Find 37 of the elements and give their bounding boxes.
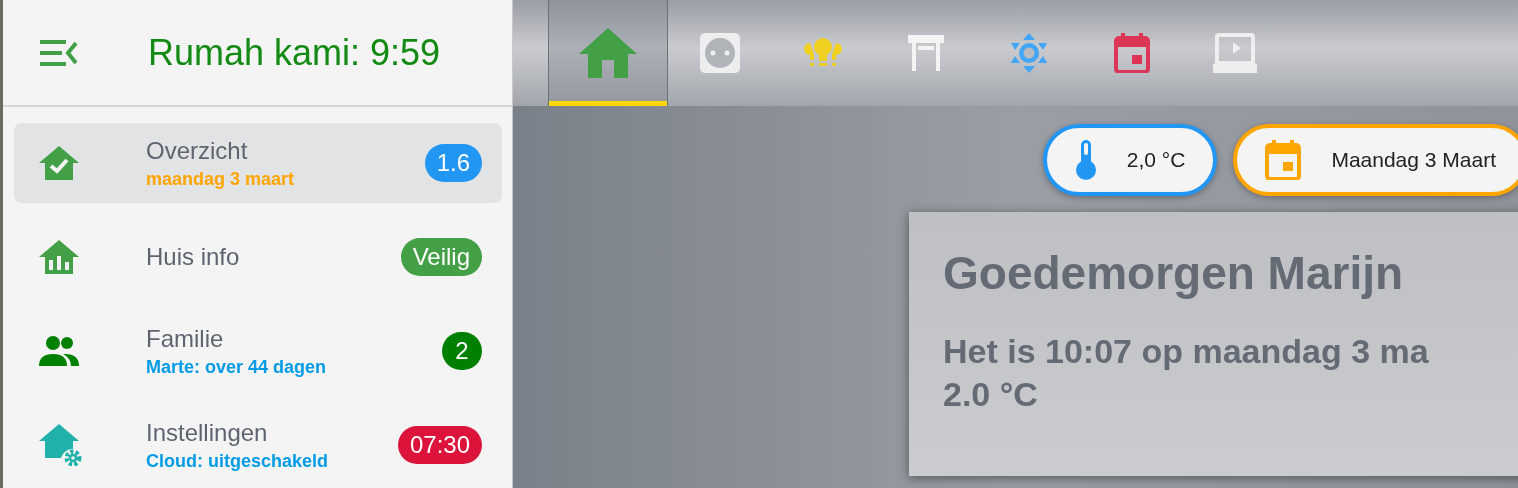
thermometer-icon bbox=[1074, 140, 1097, 180]
light-bulbs-icon bbox=[801, 38, 844, 68]
chip-text: Maandag 3 Maart bbox=[1331, 148, 1496, 172]
house-icon bbox=[579, 28, 637, 78]
greeting-title: Goedemorgen Marijn bbox=[943, 246, 1405, 300]
sidebar-item[interactable]: Instellingen Cloud: uitgeschakeld 07:30 bbox=[14, 405, 502, 485]
house-chart-icon bbox=[39, 240, 79, 274]
app-title: Rumah kami: 9:59 bbox=[148, 31, 441, 74]
status-badge: Veilig bbox=[400, 238, 482, 276]
sidebar-item[interactable]: Overzicht maandag 3 maart 1.6 bbox=[14, 123, 502, 203]
sidebar-item[interactable]: Huis info Veilig bbox=[14, 217, 502, 297]
people-icon bbox=[39, 336, 79, 366]
collapse-menu-icon[interactable] bbox=[40, 38, 80, 67]
tab[interactable] bbox=[548, 0, 668, 106]
gate-icon bbox=[907, 35, 944, 71]
item-label: Instellingen bbox=[146, 418, 269, 447]
calendar-icon bbox=[1113, 33, 1150, 73]
calendar-icon bbox=[1265, 140, 1302, 180]
power-socket-icon bbox=[699, 33, 740, 73]
info-chip[interactable]: 2,0 °C bbox=[1042, 124, 1218, 196]
status-badge: 2 bbox=[442, 332, 482, 370]
item-label: Overzicht bbox=[146, 136, 249, 165]
item-subtitle: Cloud: uitgeschakeld bbox=[146, 450, 330, 472]
item-subtitle: maandag 3 maart bbox=[146, 168, 296, 190]
item-subtitle: Marte: over 44 dagen bbox=[146, 356, 328, 378]
info-chip[interactable]: Maandag 3 Maart bbox=[1233, 124, 1518, 196]
home-theater-icon bbox=[1212, 33, 1257, 73]
chip-text: 2,0 °C bbox=[1126, 148, 1186, 172]
brightness-icon bbox=[1010, 33, 1047, 73]
house-gear-icon bbox=[39, 424, 83, 466]
sidebar-item[interactable]: Familie Marte: over 44 dagen 2 bbox=[14, 311, 502, 391]
item-label: Familie bbox=[146, 324, 225, 353]
house-check-icon bbox=[39, 146, 79, 180]
greeting-message: Het is 10:07 op maandag 3 ma 2.0 °C bbox=[943, 331, 1430, 415]
item-label: Huis info bbox=[146, 243, 241, 271]
status-badge: 1.6 bbox=[424, 144, 482, 182]
status-badge: 07:30 bbox=[397, 426, 482, 464]
